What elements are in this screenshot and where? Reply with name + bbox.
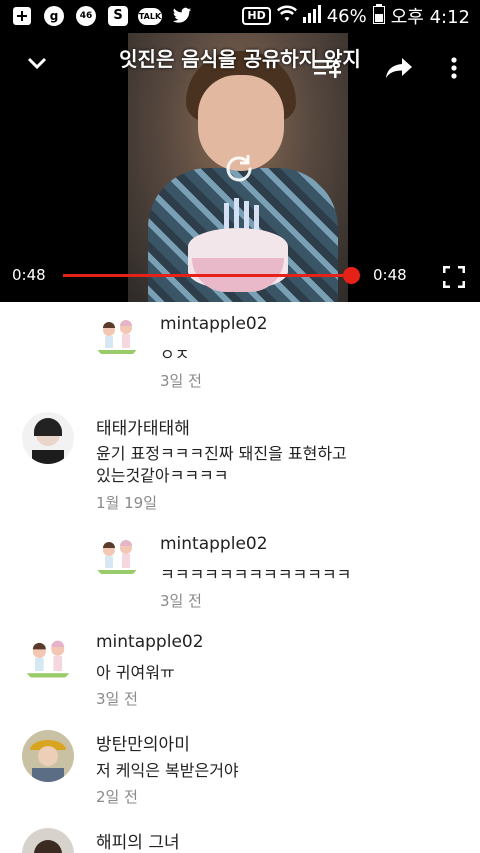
plus-box-icon [12, 6, 32, 26]
comment-author[interactable]: mintapple02 [160, 534, 268, 554]
comment-text: 저 케익은 복받은거야 [96, 761, 239, 780]
battery-percent: 46% [326, 5, 367, 27]
mint-avatar[interactable] [22, 632, 74, 684]
time-current: 0:48 [12, 266, 46, 284]
taetae-avatar[interactable] [22, 412, 74, 464]
video-player[interactable]: 잇진은 음식을 공유하지 않지 0:48 0:48 [0, 33, 480, 302]
status-right: HD 46% 오후 4:12 [242, 3, 470, 29]
status-bar: g 46 S TALK HD 46% 오후 4:12 [0, 0, 480, 33]
46-circle-icon: 46 [76, 6, 96, 26]
more-options-icon[interactable] [440, 51, 468, 85]
battery-icon [372, 3, 385, 29]
s-label: S [108, 6, 128, 26]
comment-time: 3일 전 [160, 592, 202, 610]
signal-icon [302, 4, 321, 28]
progress-scrubber[interactable] [343, 267, 360, 284]
s-square-icon: S [108, 6, 128, 26]
comment-time: 2일 전 [96, 788, 138, 806]
comment-author[interactable]: 방탄만의아미 [96, 730, 190, 755]
comment-text: 아 귀여워ㅠ [96, 663, 175, 682]
comment-time: 1월 19일 [96, 494, 157, 512]
time-total: 0:48 [373, 266, 407, 284]
comment-text: ㅇㅈ [160, 345, 190, 364]
comment-time: 3일 전 [96, 690, 138, 708]
comment-text: ㅋㅋㅋㅋㅋㅋㅋㅋㅋㅋㅋㅋㅋ [160, 565, 352, 584]
add-to-playlist-icon[interactable] [311, 51, 345, 85]
comment-author[interactable]: mintapple02 [96, 632, 204, 652]
mint-avatar[interactable] [93, 312, 141, 360]
clock: 오후 4:12 [390, 7, 470, 28]
share-icon[interactable] [382, 51, 416, 85]
talk-bubble-icon: TALK [138, 6, 162, 26]
mint-avatar[interactable] [93, 532, 141, 580]
46-label: 46 [76, 6, 96, 26]
minimize-chevron-down-icon[interactable] [22, 49, 52, 79]
progress-bar[interactable] [63, 274, 352, 277]
twitter-icon [172, 6, 192, 26]
happy-avatar[interactable] [22, 828, 74, 853]
g-circle-icon: g [44, 6, 64, 26]
replay-icon[interactable] [220, 150, 258, 188]
wifi-icon [276, 5, 297, 28]
comments-list[interactable]: mintapple02 ㅇㅈ 3일 전 태태가태태해 윤기 표정ㅋㅋㅋ진짜 돼진… [0, 302, 480, 853]
comment-author[interactable]: 태태가태태해 [96, 414, 190, 439]
talk-label: TALK [138, 7, 162, 25]
comment-time: 3일 전 [160, 372, 202, 390]
comment-author[interactable]: 해피의 그녀 [96, 828, 180, 853]
fullscreen-icon[interactable] [440, 263, 468, 291]
comment-text-line-2: 있는것같아ㅋㅋㅋㅋ [96, 466, 229, 485]
g-label: g [44, 6, 64, 26]
hd-badge: HD [242, 7, 271, 25]
army-avatar[interactable] [22, 730, 74, 782]
comment-author[interactable]: mintapple02 [160, 314, 268, 334]
